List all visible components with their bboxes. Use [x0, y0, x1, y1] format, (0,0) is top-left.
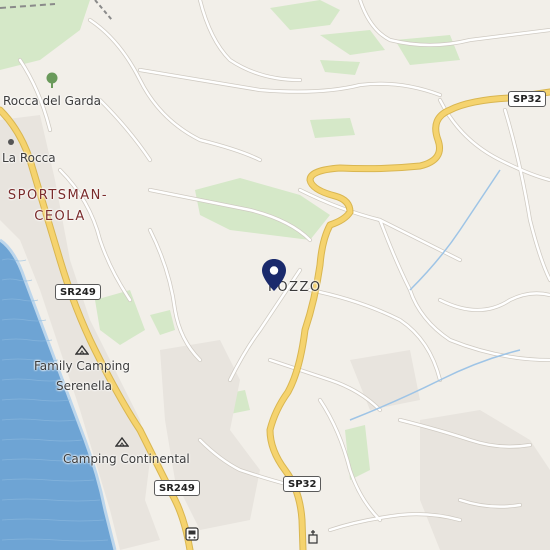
- area-label-sportsman-line2: CEOLA: [34, 209, 86, 224]
- church-icon: [308, 530, 318, 544]
- campground-icon: [75, 345, 89, 355]
- location-pin-icon[interactable]: [261, 258, 287, 292]
- road-shield-sp32-top: SP32: [508, 91, 547, 107]
- location-dot-icon: [8, 139, 14, 145]
- poi-label-family-camping-line1: Family Camping: [33, 359, 131, 373]
- road-shield-sr249-bottom: SR249: [154, 480, 200, 496]
- poi-label-family-camping-line2: Serenella: [55, 379, 113, 393]
- campground-icon-continental: [115, 437, 129, 447]
- place-label-rocca-del-garda: Rocca del Garda: [3, 94, 101, 108]
- park-tree-icon: [46, 72, 58, 88]
- bus-stop-icon: [185, 527, 199, 541]
- road-shield-sp32-bottom: SP32: [283, 476, 322, 492]
- map-canvas[interactable]: Rocca del Garda La Rocca SPORTSMAN- CEOL…: [0, 0, 550, 550]
- road-shield-sr249-left: SR249: [55, 284, 101, 300]
- poi-label-camping-continental: Camping Continental: [63, 452, 190, 466]
- place-label-la-rocca: La Rocca: [2, 151, 56, 165]
- area-label-sportsman-line1: SPORTSMAN-: [7, 188, 109, 203]
